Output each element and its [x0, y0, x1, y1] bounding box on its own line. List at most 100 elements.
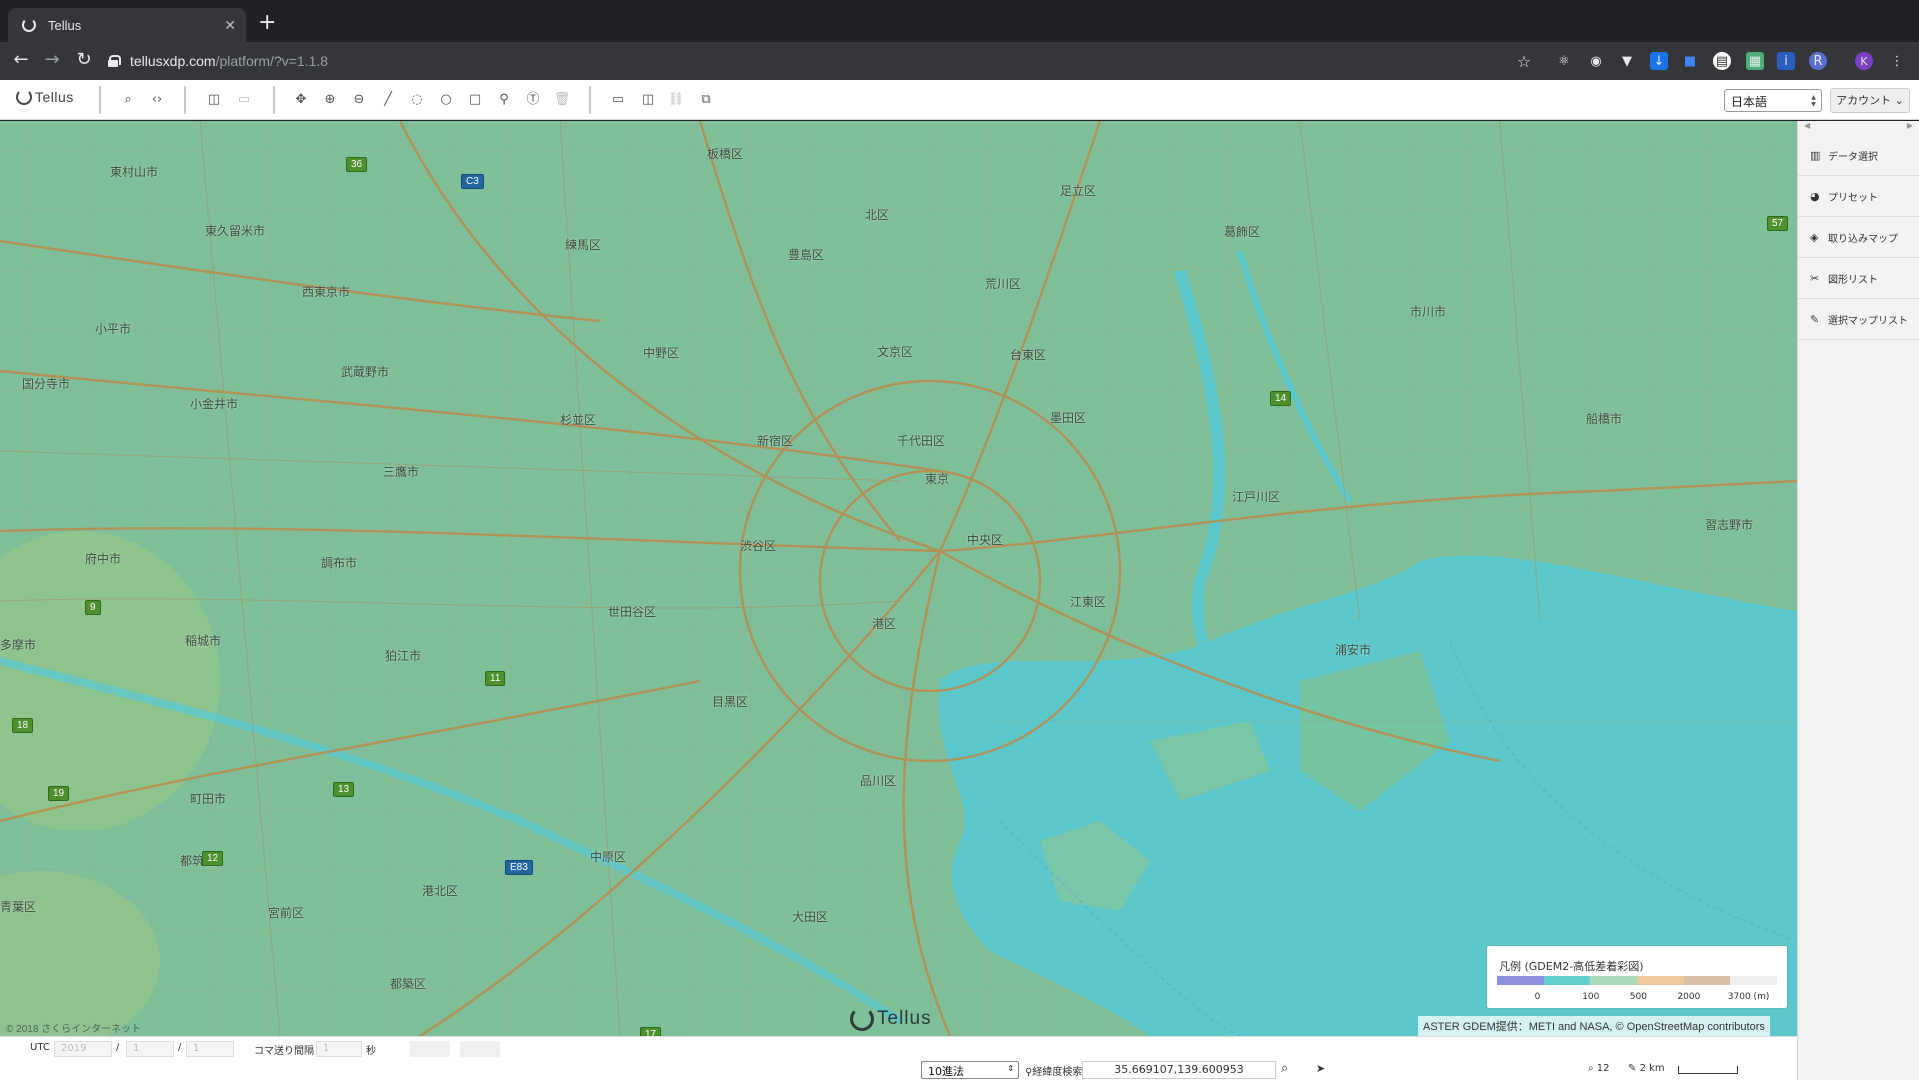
- utc-label: UTC: [30, 1042, 50, 1053]
- menu-kebab-icon[interactable]: ⋮: [1888, 52, 1906, 70]
- tellus-logo[interactable]: Tellus: [16, 89, 74, 105]
- place-label: 江東区: [1070, 595, 1107, 609]
- cursor-pointer-icon[interactable]: ➤: [1316, 1062, 1325, 1075]
- marker-pin-icon[interactable]: ⚲: [495, 91, 513, 109]
- lasso-icon[interactable]: ◌: [408, 91, 426, 109]
- place-label: 小平市: [95, 322, 132, 336]
- profile-avatar[interactable]: K: [1855, 52, 1873, 70]
- info-extension-icon[interactable]: ⅰ: [1777, 52, 1795, 70]
- map-canvas[interactable]: 板橋区 東村山市 東久留米市 西東京市 練馬区 北区 足立区 葛飾区 豊島区 荒川区 市川市 小平市武…: [0, 121, 1797, 1036]
- place-label: 習志野市: [1705, 518, 1754, 532]
- place-label: 船橋市: [1586, 412, 1623, 426]
- side-panel-item[interactable]: ◕ プリセット: [1798, 176, 1919, 217]
- 3d-view-icon[interactable]: ⧉: [697, 91, 715, 109]
- route-shield: 17: [640, 1027, 662, 1036]
- address-bar[interactable]: tellusxdp.com/platform/?v=1.1.8: [108, 47, 1538, 75]
- camera-icon[interactable]: ◫: [205, 91, 223, 109]
- scroll-left-icon[interactable]: ◀: [1804, 121, 1810, 135]
- legend-tick-label: 2000: [1677, 992, 1701, 1002]
- scale-label: ✎ 2 km: [1628, 1063, 1665, 1074]
- text-box-icon[interactable]: Ⓣ: [524, 91, 542, 109]
- side-panel-item[interactable]: ✎ 選択マップリスト: [1798, 299, 1919, 340]
- code-icon[interactable]: ‹›: [148, 91, 166, 109]
- vue-extension-icon[interactable]: ▼: [1618, 52, 1636, 70]
- circle-draw-icon[interactable]: ○: [437, 91, 455, 109]
- coordinate-input[interactable]: 35.669107,139.600953: [1082, 1061, 1276, 1079]
- side-panel-item-label: 選択マップリスト: [1828, 315, 1908, 327]
- language-select[interactable]: 日本語: [1724, 89, 1822, 112]
- account-button[interactable]: アカウント ⌄: [1830, 88, 1910, 113]
- toolbar-divider: [273, 86, 275, 114]
- single-window-icon[interactable]: ▭: [609, 91, 627, 109]
- react-extension-icon[interactable]: ⚛: [1555, 52, 1573, 70]
- side-panel-item[interactable]: ✂ 図形リスト: [1798, 258, 1919, 299]
- place-label: 港区: [872, 617, 897, 631]
- zoom-out-icon[interactable]: ⊖: [350, 91, 368, 109]
- download-extension-icon[interactable]: ↓: [1650, 52, 1668, 70]
- place-label: 千代田区: [897, 434, 946, 448]
- interval-field[interactable]: 1: [316, 1041, 362, 1057]
- route-shield: 11: [485, 671, 506, 686]
- month-field[interactable]: 1: [126, 1041, 174, 1057]
- side-panel-item-label: データ選択: [1828, 151, 1878, 163]
- line-draw-icon[interactable]: ╱: [379, 91, 397, 109]
- film-icon[interactable]: ▭: [235, 91, 253, 109]
- place-label: 中央区: [967, 533, 1004, 547]
- zoom-in-icon[interactable]: ⊕: [321, 91, 339, 109]
- sheet-extension-icon[interactable]: ▦: [1746, 52, 1764, 70]
- place-label: 多摩市: [0, 638, 37, 652]
- new-tab-button[interactable]: +: [258, 12, 276, 34]
- logo-text: Tellus: [35, 89, 74, 105]
- square-extension-icon[interactable]: ■: [1681, 52, 1699, 70]
- side-panel-item[interactable]: ▥ データ選択: [1798, 135, 1919, 176]
- rectangle-draw-icon[interactable]: □: [466, 91, 484, 109]
- link-icon[interactable]: ⛓: [667, 91, 685, 109]
- coordinate-format-select[interactable]: 10進法 ⇕: [921, 1061, 1019, 1079]
- route-shield: 18: [12, 718, 34, 733]
- forward-arrow-icon[interactable]: →: [41, 50, 63, 70]
- scroll-right-icon[interactable]: ▶: [1907, 121, 1913, 135]
- legend-color-swatch: [1590, 976, 1638, 985]
- place-label: 町田市: [190, 792, 227, 806]
- place-label: 杉並区: [560, 413, 597, 427]
- route-shield: 57: [1767, 216, 1789, 231]
- year-field[interactable]: 2019: [54, 1041, 112, 1057]
- circle-extension-icon[interactable]: ◉: [1587, 52, 1605, 70]
- shapes-icon: ✂: [1810, 271, 1820, 285]
- pan-move-icon[interactable]: ✥: [292, 91, 310, 109]
- reload-icon[interactable]: ↻: [73, 50, 95, 70]
- side-panel-item-label: プリセット: [1828, 192, 1878, 204]
- panel-scroll-arrows[interactable]: ◀ ▶: [1798, 121, 1919, 135]
- place-label: 文京区: [877, 345, 914, 359]
- side-panel-item-label: 取り込みマップ: [1828, 233, 1898, 245]
- coordinate-search-icon[interactable]: ⌕: [1281, 1061, 1288, 1076]
- place-label: 市川市: [1410, 305, 1447, 319]
- place-label: 品川区: [860, 774, 897, 788]
- search-icon[interactable]: ⌕: [119, 91, 137, 109]
- route-shield: C3: [461, 174, 484, 189]
- legend-tick-label: 0: [1534, 992, 1541, 1002]
- day-field[interactable]: 1: [186, 1041, 234, 1057]
- place-label: 西東京市: [302, 285, 351, 299]
- close-tab-icon[interactable]: ✕: [224, 17, 236, 34]
- side-panel-item[interactable]: ◈ 取り込みマップ: [1798, 217, 1919, 258]
- r-extension-icon[interactable]: R: [1809, 52, 1827, 70]
- image-extension-icon[interactable]: ▤: [1713, 52, 1731, 70]
- split-window-icon[interactable]: ◫: [639, 91, 657, 109]
- trash-icon[interactable]: 🗑: [553, 91, 571, 109]
- route-shield: 13: [333, 782, 355, 797]
- stop-button[interactable]: [460, 1041, 500, 1057]
- route-shield: 19: [48, 786, 70, 801]
- browser-tab[interactable]: Tellus ✕: [8, 8, 246, 42]
- place-label: 東村山市: [110, 165, 159, 179]
- tellus-logo-icon: [16, 89, 32, 105]
- play-button[interactable]: [410, 1041, 450, 1057]
- back-arrow-icon[interactable]: ←: [10, 50, 32, 70]
- bookmark-star-icon[interactable]: ☆: [1515, 52, 1533, 71]
- legend-color-swatch: [1730, 976, 1778, 985]
- place-label: 狛江市: [385, 649, 422, 663]
- place-label: 世田谷区: [608, 605, 657, 619]
- tellus-favicon-icon: [22, 18, 36, 32]
- palette-icon: ◕: [1810, 189, 1820, 203]
- place-label: 東京: [925, 472, 950, 486]
